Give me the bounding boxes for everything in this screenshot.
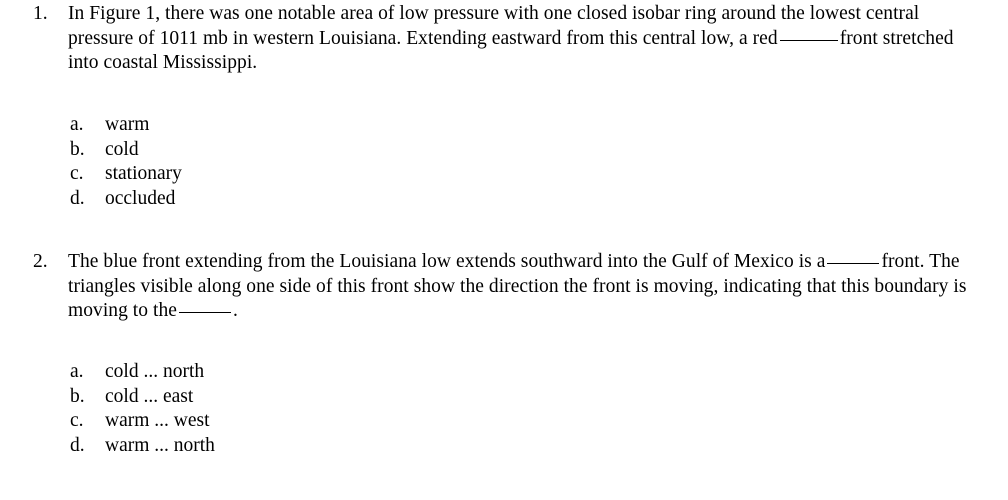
option-letter: d. bbox=[70, 187, 85, 209]
question-2-block: 2. The blue front extending from the Lou… bbox=[0, 250, 1008, 324]
option-label: warm bbox=[105, 114, 150, 135]
option-label: stationary bbox=[105, 163, 182, 185]
question-1-blank[interactable] bbox=[779, 39, 838, 41]
option-letter: c. bbox=[70, 163, 84, 185]
option-label: warm ... north bbox=[105, 434, 215, 456]
question-1-number: 1. bbox=[33, 3, 48, 24]
question-1-text: In Figure 1, there was one notable area … bbox=[68, 2, 988, 76]
option-letter: a. bbox=[70, 361, 84, 382]
document-page: 1. In Figure 1, there was one notable ar… bbox=[0, 0, 1008, 500]
question-1-block: 1. In Figure 1, there was one notable ar… bbox=[0, 2, 1008, 76]
question-2-text: The blue front extending from the Louisi… bbox=[68, 250, 988, 324]
question-2-text-part-1: The blue front extending from the Louisi… bbox=[68, 251, 826, 272]
option-label: cold ... north bbox=[105, 361, 205, 382]
question-2-blank-2[interactable] bbox=[178, 312, 231, 314]
question-2-blank-1[interactable] bbox=[827, 263, 880, 264]
option-label: warm ... west bbox=[105, 410, 210, 432]
option-label: cold ... east bbox=[105, 385, 194, 407]
question-2: 2. The blue front extending from the Lou… bbox=[0, 250, 1008, 324]
option-letter: c. bbox=[70, 410, 84, 432]
question-1-text-part-1: In Figure 1, there was one notable area … bbox=[68, 3, 920, 49]
option-letter: b. bbox=[70, 385, 85, 407]
question-1: 1. In Figure 1, there was one notable ar… bbox=[0, 2, 1008, 76]
option-label: cold bbox=[105, 138, 139, 160]
question-2-text-part-3: . bbox=[232, 300, 238, 322]
question-2-number: 2. bbox=[33, 251, 48, 272]
option-letter: a. bbox=[70, 114, 84, 135]
option-letter: b. bbox=[70, 138, 85, 160]
option-label: occluded bbox=[105, 187, 176, 209]
option-letter: d. bbox=[70, 434, 85, 456]
